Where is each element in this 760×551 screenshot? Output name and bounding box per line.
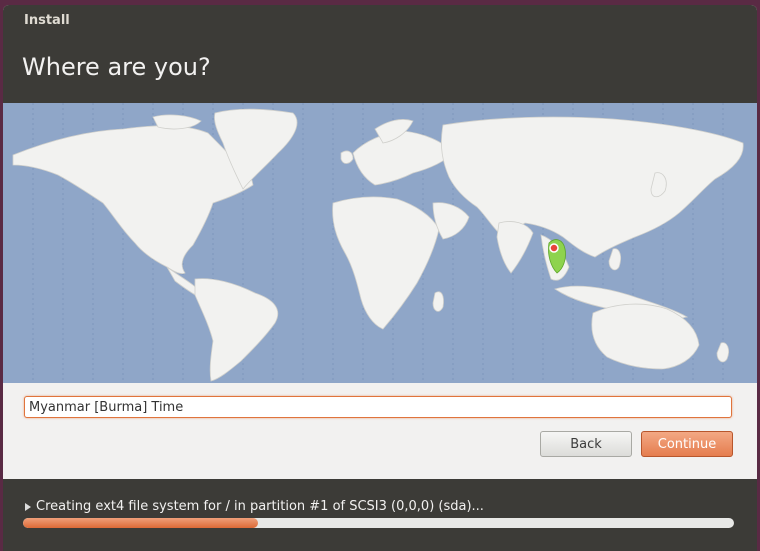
page-title: Where are you? (22, 53, 211, 81)
madagascar (432, 291, 444, 312)
world-map[interactable] (3, 103, 757, 383)
back-button[interactable]: Back (540, 431, 632, 457)
footer-bar: Creating ext4 file system for / in parti… (3, 479, 757, 551)
location-marker-icon[interactable] (549, 243, 559, 253)
progress-bar (23, 518, 734, 528)
world-map-svg[interactable] (3, 103, 757, 383)
status-text: Creating ext4 file system for / in parti… (36, 499, 484, 514)
expander-arrow-icon[interactable] (25, 502, 31, 511)
continue-button[interactable]: Continue (641, 431, 733, 457)
progress-fill (23, 518, 258, 528)
installer-window: Install Where are you? Myanmar [Burma] T… (3, 5, 757, 551)
header-bar: Install Where are you? (3, 5, 757, 103)
uk (340, 150, 354, 164)
status-row[interactable]: Creating ext4 file system for / in parti… (25, 499, 484, 514)
window-title: Install (24, 13, 70, 28)
timezone-input[interactable] (24, 396, 732, 418)
